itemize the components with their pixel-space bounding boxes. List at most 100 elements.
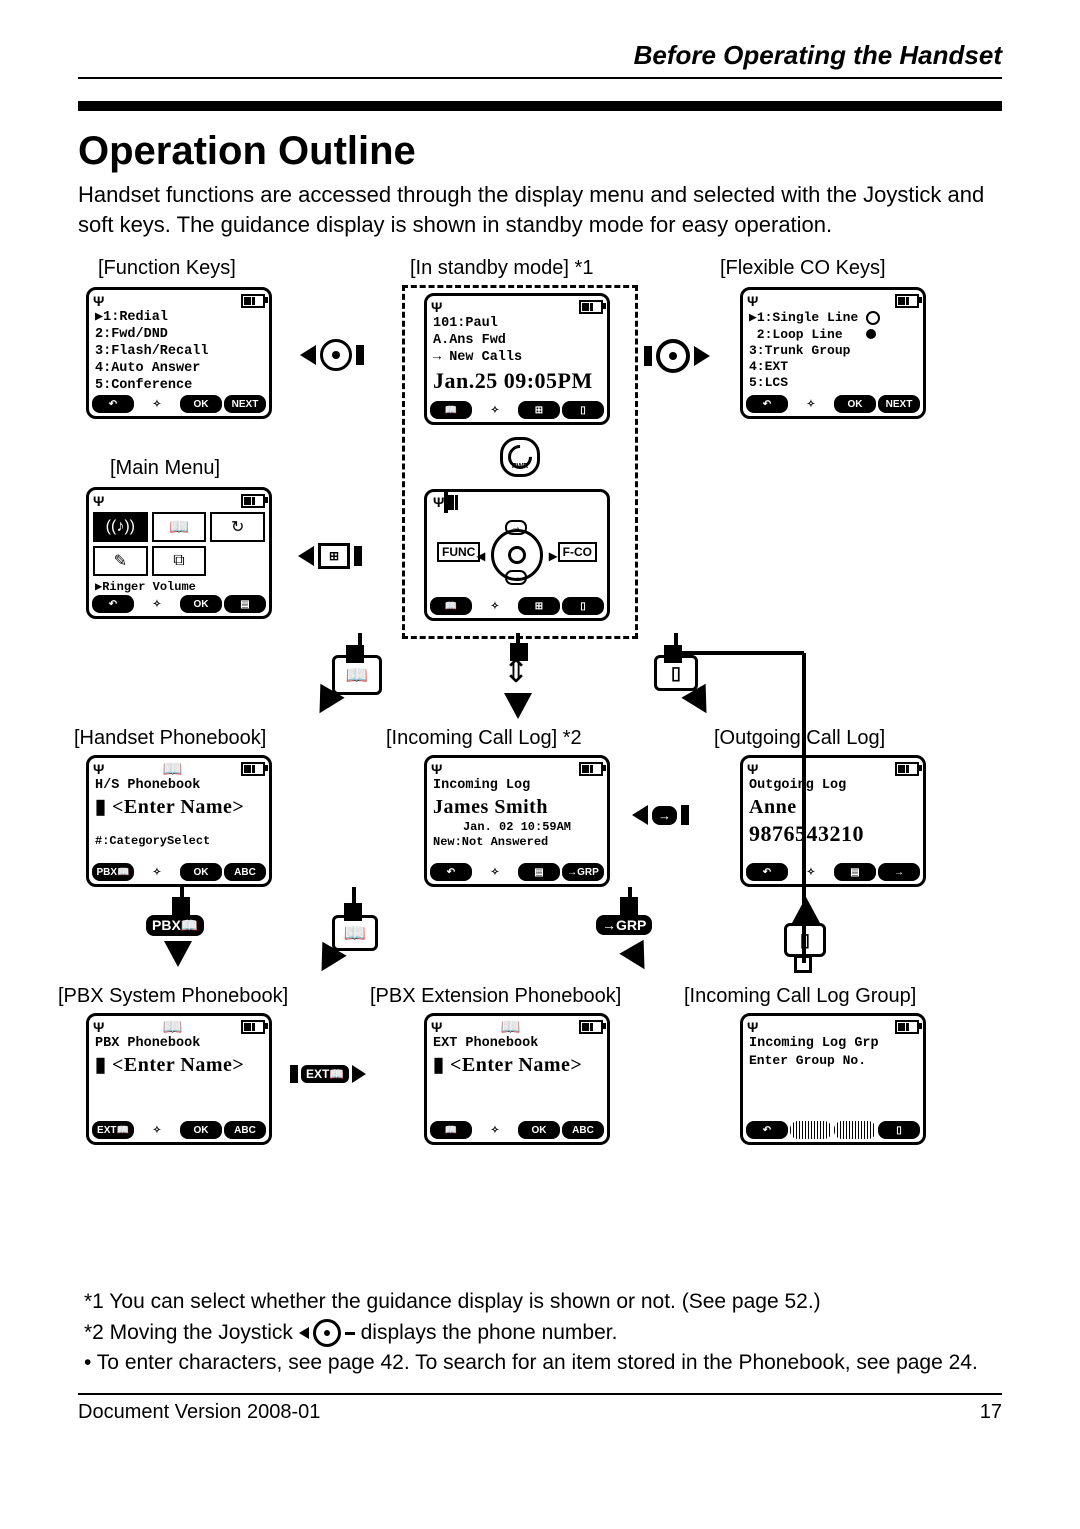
fc-soft1: ↶ [746,395,788,413]
note-2: *2 Moving the Joystick displays the phon… [84,1318,1002,1348]
mm-icon-empty [210,546,265,572]
caption-pbx-ext: [PBX Extension Phonebook] [370,985,621,1008]
mm-icon-copy: ⧉ [152,546,207,576]
chip-ext: EXT📖 [290,1065,366,1083]
fc-soft4: NEXT [878,395,920,413]
fk-soft1: ↶ [92,395,134,413]
note-3: • To enter characters, see page 42. To s… [84,1348,1002,1378]
joy-left-indicator-2: ⊞ [298,543,362,569]
ig-soft2b [834,1121,876,1139]
sb-soft4: ▯ [562,401,604,419]
mm-soft1: ↶ [92,595,134,613]
footnotes: *1 You can select whether the guidance d… [78,1287,1002,1378]
square-marker-1 [346,645,364,663]
il-title: Incoming Log [433,778,601,795]
ol-soft3: ▤ [834,863,876,881]
hs-soft3: OK [180,863,222,881]
caption-hs-phonebook: [Handset Phonebook] [74,727,266,750]
square-marker-3 [664,645,682,663]
ps-soft1: EXT📖 [92,1121,134,1139]
nav-between-logs: → [632,805,689,825]
sb-soft2: ✧ [474,401,516,419]
sq-hs [172,897,190,915]
page-footer: Document Version 2008-01 17 [78,1393,1002,1424]
joy-soft2: ✧ [474,597,516,615]
chip-grp: →GRP [596,915,652,935]
joy-soft4: ▯ [562,597,604,615]
sb-line3: → New Calls [433,350,601,367]
screen-flexible-co: Ψ ▶1:Single Line ○▶1:Single Line 2:Loop … [740,287,926,419]
ol-soft1: ↶ [746,863,788,881]
screen-outgoing-log: Ψ Outgoing Log Anne 9876543210 ↶ ✧ ▤ → [740,755,926,887]
fk-line5: 5:Conference [95,378,263,395]
ps-soft4: ABC [224,1121,266,1139]
arrow-to-incoming [504,693,532,719]
ig-title: Incoming Log Grp [749,1036,917,1053]
note-1: *1 You can select whether the guidance d… [84,1287,1002,1317]
pe-title: EXT Phonebook [433,1036,601,1053]
screen-main-menu: Ψ ((♪)) 📖 ↻ ✎ ⧉ ▶Ringer Volume ↶ ✧ OK ▤ [86,487,272,619]
antenna-icon: Ψ [93,293,104,309]
screen-pbx-ext: Ψ📖 EXT Phonebook ▮ <Enter Name> 📖 ✧ OK A… [424,1013,610,1145]
square-marker-2 [510,643,528,661]
caption-incoming: [Incoming Call Log] *2 [386,727,582,750]
il-soft3: ▤ [518,863,560,881]
caption-outgoing: [Outgoing Call Log] [714,727,885,750]
caption-inc-grp: [Incoming Call Log Group] [684,985,916,1008]
hs-soft2: ✧ [136,863,178,881]
fk-soft4: NEXT [224,395,266,413]
joy-fco-label: F-CO [558,542,597,562]
footer-left: Document Version 2008-01 [78,1401,320,1424]
joy-soft3: ⊞ [518,597,560,615]
joy-up-icon: → [505,520,527,535]
screen-standby: Ψ 101:Paul A.Ans Fwd → New Calls Jan.25 … [424,293,610,425]
screen-incoming-log: Ψ Incoming Log James Smith Jan. 02 10:59… [424,755,610,887]
intro-text: Handset functions are accessed through t… [78,180,1002,239]
ig-soft2 [790,1121,832,1139]
fk-soft3: OK [180,395,222,413]
mm-soft2: ✧ [136,595,178,613]
screen-function-keys: Ψ ▶1:Redial 2:Fwd/DND 3:Flash/Recall 4:A… [86,287,272,419]
sq-grp [620,897,638,915]
joy-down-icon: → [505,570,527,585]
fc-line5: 5:LCS [749,375,917,391]
footer-right: 17 [980,1401,1002,1424]
battery-icon [241,294,265,308]
mm-icon-redial: ↻ [210,512,265,542]
sb-line2: A.Ans Fwd [433,333,601,350]
ol-soft2: ✧ [790,863,832,881]
section-header: Before Operating the Handset [78,40,1002,79]
power-button-icon: PWR [500,437,540,477]
sq-route-book [344,903,362,921]
ps-soft3: OK [180,1121,222,1139]
pe-soft1: 📖 [430,1121,472,1139]
screen-pbx-sys: Ψ📖 PBX Phonebook ▮ <Enter Name> EXT📖 ✧ O… [86,1013,272,1145]
arrow-ol-up [792,897,820,923]
hs-soft4: ABC [224,863,266,881]
il-soft1: ↶ [430,863,472,881]
hs-title: H/S Phonebook [95,778,263,795]
il-soft4: →GRP [562,863,604,881]
mm-icon-edit: ✎ [93,546,148,576]
fc-soft2: ✧ [790,395,832,413]
mm-soft4: ▤ [224,595,266,613]
fk-soft2: ✧ [136,395,178,413]
pe-soft2: ✧ [474,1121,516,1139]
operation-diagram: [Function Keys] [In standby mode] *1 [Fl… [80,257,1000,1277]
mm-icon-phonebook: 📖 [152,512,207,542]
joy-left-indicator [300,339,364,371]
hs-soft1: PBX📖 [92,863,134,881]
mm-label: ▶Ringer Volume [89,578,269,595]
il-soft2: ✧ [474,863,516,881]
ol-name: Anne [749,795,917,820]
ps-enter: ▮ <Enter Name> [95,1053,263,1078]
arrow-hs-down [164,941,192,967]
fk-line3: 3:Flash/Recall [95,344,263,361]
ig-soft1: ↶ [746,1121,788,1139]
pe-enter: ▮ <Enter Name> [433,1053,601,1078]
joy-right-indicator [644,339,710,373]
il-date: Jan. 02 10:59AM [433,820,601,835]
caption-pbx-sys: [PBX System Phonebook] [58,985,288,1008]
fc-line2: 2:Loop Line [749,327,917,343]
sb-soft3: ⊞ [518,401,560,419]
